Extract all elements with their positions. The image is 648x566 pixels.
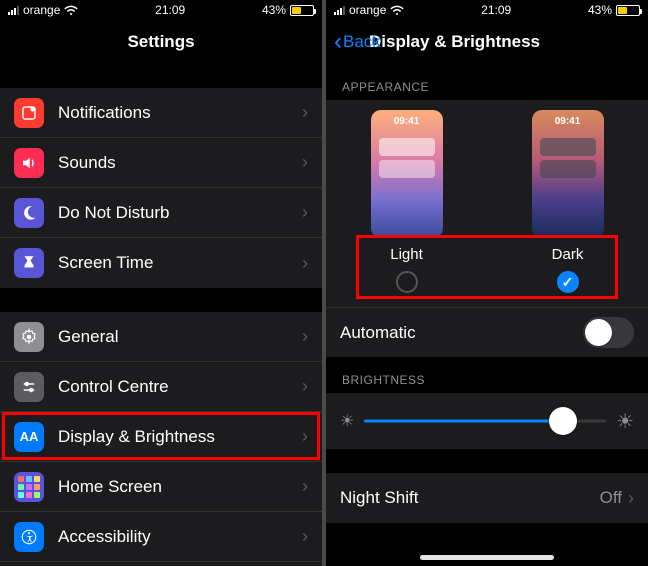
dark-preview: 09:41 — [532, 110, 604, 238]
chevron-right-icon: › — [302, 102, 308, 123]
chevron-right-icon: › — [302, 376, 308, 397]
theme-dark[interactable]: 09:41 Dark — [532, 110, 604, 293]
settings-group-2: General › Control Centre › AA Display & … — [0, 312, 322, 566]
general-icon — [14, 322, 44, 352]
display-brightness-screen: orange 21:09 43% ‹ Back Display & Bright… — [326, 0, 648, 566]
row-control-centre[interactable]: Control Centre › — [0, 362, 322, 412]
home-screen-icon — [14, 472, 44, 502]
battery-pct: 43% — [588, 3, 612, 17]
back-button[interactable]: ‹ Back — [334, 30, 381, 54]
chevron-right-icon: › — [302, 526, 308, 547]
signal-bars-icon — [8, 6, 19, 15]
back-label: Back — [343, 32, 381, 52]
battery-pct: 43% — [262, 3, 286, 17]
row-label: Accessibility — [58, 527, 302, 547]
chevron-right-icon: › — [302, 202, 308, 223]
carrier-label: orange — [349, 3, 386, 17]
light-label: Light — [390, 246, 423, 263]
wifi-icon — [64, 5, 78, 16]
chevron-right-icon: › — [302, 253, 308, 274]
preview-time: 09:41 — [532, 116, 604, 127]
dnd-icon — [14, 198, 44, 228]
clock: 21:09 — [481, 3, 511, 17]
chevron-right-icon: › — [302, 476, 308, 497]
row-label: Notifications — [58, 103, 302, 123]
brightness-header: BRIGHTNESS — [326, 357, 648, 393]
row-sounds[interactable]: Sounds › — [0, 138, 322, 188]
clock: 21:09 — [155, 3, 185, 17]
battery-icon — [290, 5, 314, 16]
appearance-header: APPEARANCE — [326, 64, 648, 100]
night-shift-label: Night Shift — [340, 488, 600, 508]
dark-radio[interactable] — [557, 271, 579, 293]
page-title: Settings — [127, 32, 194, 52]
battery-icon — [616, 5, 640, 16]
theme-light[interactable]: 09:41 Light — [371, 110, 443, 293]
row-label: Do Not Disturb — [58, 203, 302, 223]
page-title: Display & Brightness — [369, 32, 540, 52]
sounds-icon — [14, 148, 44, 178]
preview-time: 09:41 — [371, 116, 443, 127]
automatic-switch[interactable] — [583, 317, 634, 348]
row-wallpaper[interactable]: Wallpaper › — [0, 562, 322, 566]
brightness-slider[interactable] — [364, 406, 606, 436]
row-general[interactable]: General › — [0, 312, 322, 362]
row-label: Sounds — [58, 153, 302, 173]
row-display-brightness[interactable]: AA Display & Brightness › — [0, 412, 322, 462]
sun-large-icon: ☀︎ — [616, 409, 634, 434]
row-label: Display & Brightness — [58, 427, 302, 447]
row-label: Control Centre — [58, 377, 302, 397]
row-label: General — [58, 327, 302, 347]
row-screentime[interactable]: Screen Time › — [0, 238, 322, 288]
chevron-right-icon: › — [302, 326, 308, 347]
automatic-label: Automatic — [340, 323, 416, 343]
chevron-left-icon: ‹ — [334, 30, 342, 54]
row-label: Home Screen — [58, 477, 302, 497]
row-home-screen[interactable]: Home Screen › — [0, 462, 322, 512]
chevron-right-icon: › — [628, 488, 634, 509]
night-shift-group: Night Shift Off › — [326, 473, 648, 523]
notifications-icon — [14, 98, 44, 128]
wifi-icon — [390, 5, 404, 16]
night-shift-value: Off — [600, 488, 622, 508]
status-bar: orange 21:09 43% — [0, 0, 322, 20]
settings-group-1: Notifications › Sounds › Do Not Disturb … — [0, 88, 322, 288]
row-dnd[interactable]: Do Not Disturb › — [0, 188, 322, 238]
light-preview: 09:41 — [371, 110, 443, 238]
row-accessibility[interactable]: Accessibility › — [0, 512, 322, 562]
status-bar: orange 21:09 43% — [326, 0, 648, 20]
chevron-right-icon: › — [302, 426, 308, 447]
appearance-panel: 09:41 Light 09:41 Dark — [326, 100, 648, 307]
navbar: Settings — [0, 20, 322, 64]
light-radio[interactable] — [396, 271, 418, 293]
sun-small-icon: ☀︎ — [340, 411, 354, 431]
home-indicator[interactable] — [420, 555, 554, 560]
control-centre-icon — [14, 372, 44, 402]
settings-screen: orange 21:09 43% Settings Not — [0, 0, 322, 566]
row-night-shift[interactable]: Night Shift Off › — [326, 473, 648, 523]
automatic-row: Automatic — [326, 307, 648, 357]
display-icon: AA — [14, 422, 44, 452]
screentime-icon — [14, 248, 44, 278]
navbar: ‹ Back Display & Brightness — [326, 20, 648, 64]
row-label: Screen Time — [58, 253, 302, 273]
brightness-row: ☀︎ ☀︎ — [326, 393, 648, 449]
chevron-right-icon: › — [302, 152, 308, 173]
accessibility-icon — [14, 522, 44, 552]
signal-bars-icon — [334, 6, 345, 15]
dark-label: Dark — [552, 246, 584, 263]
carrier-label: orange — [23, 3, 60, 17]
row-notifications[interactable]: Notifications › — [0, 88, 322, 138]
